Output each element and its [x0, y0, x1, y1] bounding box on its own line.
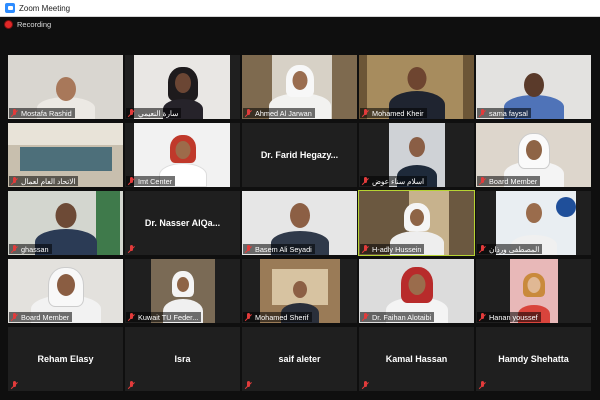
- window-title: Zoom Meeting: [19, 3, 71, 13]
- muted-mic-icon: [10, 380, 19, 390]
- muted-mic-icon: [127, 312, 136, 322]
- participant-tile[interactable]: Dr. Faihan Alotaibi: [359, 259, 474, 323]
- muted-mic-icon: [244, 312, 253, 322]
- participant-tile[interactable]: Hamdy Shehatta: [476, 327, 591, 391]
- participant-tile[interactable]: ghassan: [8, 191, 123, 255]
- participant-name-display: Kamal Hassan: [385, 354, 448, 364]
- participant-tile[interactable]: Isra: [125, 327, 240, 391]
- participant-tile[interactable]: Mohamed Kheir: [359, 55, 474, 119]
- muted-mic-icon: [127, 244, 136, 254]
- participant-tile[interactable]: Board Member: [476, 123, 591, 187]
- participant-name-label: Mostafa Rashid: [9, 108, 75, 118]
- participant-tile[interactable]: Reham Elasy: [8, 327, 123, 391]
- muted-indicator: [243, 380, 255, 390]
- muted-mic-icon: [10, 176, 19, 186]
- participant-name-label: اسلام سناء عوض: [360, 176, 427, 186]
- participant-tile[interactable]: Basem Ali Seyadi: [242, 191, 357, 255]
- muted-mic-icon: [478, 108, 487, 118]
- participant-name-display: Isra: [174, 354, 191, 364]
- participant-tile[interactable]: المصطفى ورذان: [476, 191, 591, 255]
- record-icon: [4, 19, 13, 29]
- muted-mic-icon: [244, 244, 253, 254]
- muted-mic-icon: [361, 380, 370, 390]
- muted-mic-icon: [478, 176, 487, 186]
- participant-tile[interactable]: Mostafa Rashid: [8, 55, 123, 119]
- participant-name-label: Mohamed Sherif: [243, 312, 312, 322]
- participant-tile[interactable]: Mohamed Sherif: [242, 259, 357, 323]
- muted-mic-icon: [127, 176, 136, 186]
- participant-tile[interactable]: Dr. Farid Hegazy...: [242, 123, 357, 187]
- participant-tile[interactable]: اسلام سناء عوض: [359, 123, 474, 187]
- participant-name-label: Hanan youssef: [477, 312, 541, 322]
- participant-name-display: Dr. Farid Hegazy...: [260, 150, 339, 160]
- zoom-logo-icon: [5, 3, 15, 13]
- participant-name-label: Board Member: [9, 312, 73, 322]
- muted-mic-icon: [478, 380, 487, 390]
- participant-name-label: Kuwait TU Feder...: [126, 312, 202, 322]
- participant-tile[interactable]: الاتحاد العام لعمال: [8, 123, 123, 187]
- muted-indicator: [126, 380, 138, 390]
- participant-name-label: الاتحاد العام لعمال: [9, 176, 79, 186]
- participant-tile[interactable]: saif aleter: [242, 327, 357, 391]
- participant-tile[interactable]: Hanan youssef: [476, 259, 591, 323]
- muted-mic-icon: [127, 108, 136, 118]
- participant-tile[interactable]: Kuwait TU Feder...: [125, 259, 240, 323]
- participant-tile[interactable]: Dr. Nasser AlQa...: [125, 191, 240, 255]
- muted-mic-icon: [361, 244, 370, 254]
- muted-mic-icon: [244, 380, 253, 390]
- participant-name-label: ghassan: [9, 244, 52, 254]
- participant-name-label: sama faysal: [477, 108, 531, 118]
- muted-mic-icon: [361, 176, 370, 186]
- participant-name-display: saif aleter: [278, 354, 321, 364]
- gallery-grid: Mostafa Rashid سارة النعيمي Ahmed Al Jar…: [8, 55, 592, 395]
- participant-tile[interactable]: Kamal Hassan: [359, 327, 474, 391]
- participant-name-label: Mohamed Kheir: [360, 108, 427, 118]
- muted-mic-icon: [361, 312, 370, 322]
- participant-tile-active-speaker[interactable]: H-adly Hussein: [358, 190, 475, 256]
- participant-tile[interactable]: Imt Center: [125, 123, 240, 187]
- participant-tile[interactable]: sama faysal: [476, 55, 591, 119]
- participant-name-label: Basem Ali Seyadi: [243, 244, 315, 254]
- title-bar: Zoom Meeting: [0, 0, 600, 17]
- participant-name-label: سارة النعيمي: [126, 108, 182, 118]
- participant-name-display: Dr. Nasser AlQa...: [144, 218, 221, 228]
- participant-name-display: Reham Elasy: [37, 354, 94, 364]
- muted-mic-icon: [10, 244, 19, 254]
- participant-name-label: H-adly Hussein: [360, 244, 425, 254]
- participant-name-label: Board Member: [477, 176, 541, 186]
- participant-name-label: المصطفى ورذان: [477, 244, 543, 254]
- participant-name-label: Imt Center: [126, 176, 176, 186]
- participant-name-label: Dr. Faihan Alotaibi: [360, 312, 435, 322]
- recording-indicator[interactable]: Recording: [0, 17, 51, 31]
- muted-mic-icon: [10, 312, 19, 322]
- participant-tile[interactable]: Ahmed Al Jarwan: [242, 55, 357, 119]
- muted-indicator: [126, 244, 138, 254]
- muted-mic-icon: [10, 108, 19, 118]
- muted-mic-icon: [127, 380, 136, 390]
- muted-indicator: [477, 380, 489, 390]
- muted-indicator: [360, 380, 372, 390]
- muted-mic-icon: [478, 244, 487, 254]
- muted-mic-icon: [244, 108, 253, 118]
- participant-name-display: Hamdy Shehatta: [498, 354, 569, 364]
- muted-indicator: [9, 380, 21, 390]
- participant-tile[interactable]: Board Member: [8, 259, 123, 323]
- muted-mic-icon: [361, 108, 370, 118]
- muted-mic-icon: [478, 312, 487, 322]
- participant-name-label: Ahmed Al Jarwan: [243, 108, 315, 118]
- recording-label: Recording: [17, 19, 52, 29]
- participant-tile[interactable]: سارة النعيمي: [125, 55, 240, 119]
